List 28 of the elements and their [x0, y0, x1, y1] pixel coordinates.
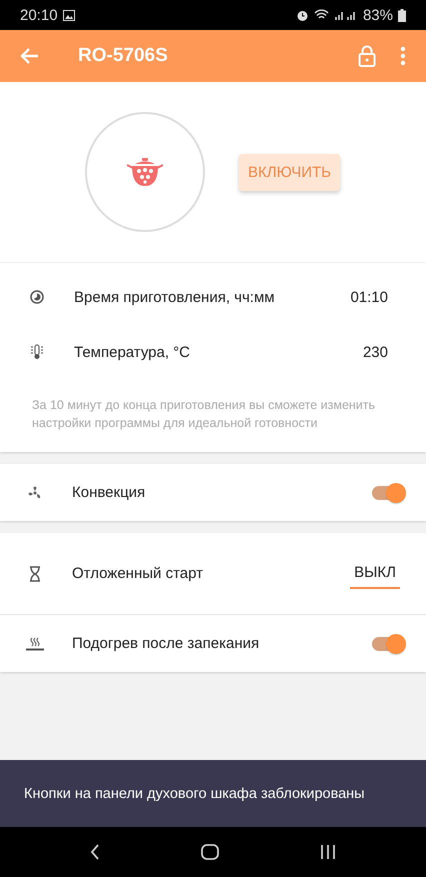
parameter-label: Температура, °C [74, 344, 192, 360]
option-label: Конвекция [72, 484, 146, 501]
status-time: 20:10 [20, 6, 58, 24]
battery-icon [398, 8, 406, 22]
wifi-icon [314, 9, 329, 21]
home-icon [200, 844, 219, 860]
option-label: Отложенный старт [72, 565, 204, 582]
option-label: Подогрев после запекания [72, 635, 260, 652]
hint-text: За 10 минут до конца приготовления вы сможете изменить настройки программы для идеальной готовности [32, 397, 376, 432]
parameter-value[interactable]: 230 [362, 344, 388, 360]
chevron-icon [90, 844, 100, 860]
pot-icon [127, 158, 163, 186]
alarm-icon [296, 8, 309, 22]
lock-icon [358, 45, 376, 67]
parameter-value[interactable]: 01:10 [350, 288, 388, 306]
parameter-label: Время приготовления, чч:мм [74, 288, 276, 306]
more-icon [400, 46, 406, 66]
back-arrow-icon [20, 47, 40, 65]
snackbar-text: Кнопки на панели духового шкафа заблокированы [24, 786, 365, 802]
battery-percent: 83% [362, 6, 393, 24]
heat-icon [26, 636, 44, 650]
recents-icon [320, 844, 336, 860]
delay-dropdown[interactable]: ВЫКЛ [350, 564, 400, 589]
signal-icon [334, 9, 358, 21]
clock-icon [28, 290, 46, 304]
thermometer-icon [28, 344, 46, 360]
image-icon [62, 10, 75, 20]
app-title: RO-5706S [78, 45, 168, 67]
